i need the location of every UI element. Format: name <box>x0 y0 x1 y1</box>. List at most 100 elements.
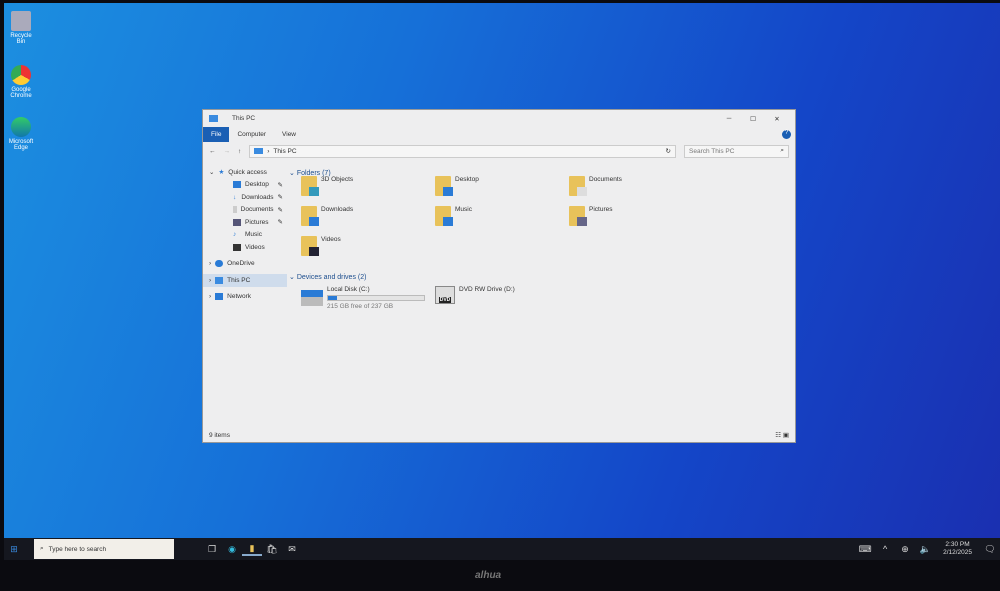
nav-desktop[interactable]: Desktop ✎ <box>203 179 287 192</box>
desktop-icon <box>233 181 241 189</box>
drive-c-label: Local Disk (C:) <box>327 286 370 293</box>
up-button[interactable]: ↑ <box>238 148 241 155</box>
dvd-icon: DVD <box>435 286 455 304</box>
taskbar: ⊞ ⌕ Type here to search ❐ ◉ ▮ 🛍 ✉ ⌨ ^ ⊕ 🔈… <box>4 538 1000 560</box>
chrome-shortcut[interactable]: Google Chrome <box>6 65 36 99</box>
notifications-icon[interactable]: 🗨 <box>980 544 1000 555</box>
file-explorer-window: This PC ─ ☐ ✕ File Computer View ? ← → ↑… <box>202 109 796 443</box>
folder-icon <box>435 206 453 226</box>
search-icon: ⌕ <box>40 545 44 552</box>
pin-icon: ✎ <box>277 194 283 202</box>
close-button[interactable]: ✕ <box>765 115 789 123</box>
tab-file[interactable]: File <box>203 127 230 142</box>
pictures-icon <box>233 218 241 226</box>
nav-downloads[interactable]: ↓ Downloads ✎ <box>203 191 287 204</box>
drives-header[interactable]: ⌄ Devices and drives (2) <box>289 273 366 281</box>
window-title: This PC <box>232 115 256 122</box>
folder-downloads[interactable]: Downloads <box>301 206 353 226</box>
drive-c-usage-fill <box>328 296 337 300</box>
nav-network[interactable]: › Network <box>203 291 287 304</box>
drive-c-usage-bar <box>327 295 425 301</box>
tab-computer[interactable]: Computer <box>229 127 274 142</box>
cloud-icon <box>215 260 224 268</box>
title-bar: This PC ─ ☐ ✕ <box>203 110 795 127</box>
folder-videos[interactable]: Videos <box>301 236 341 256</box>
back-button[interactable]: ← <box>209 148 216 155</box>
address-field[interactable]: › This PC ↻ <box>249 144 676 158</box>
documents-icon <box>233 206 237 214</box>
music-icon: ♪ <box>233 231 237 239</box>
start-button[interactable]: ⊞ <box>4 544 24 555</box>
folder-label: Desktop <box>455 176 479 183</box>
tab-view[interactable]: View <box>274 127 304 142</box>
folder-label: Downloads <box>321 206 354 213</box>
mail-taskbar-icon[interactable]: ✉ <box>282 544 302 555</box>
nav-documents[interactable]: Documents ✎ <box>203 204 287 217</box>
download-icon: ↓ <box>233 193 237 201</box>
minimize-button[interactable]: ─ <box>717 115 741 122</box>
recycle-bin-shortcut[interactable]: Recycle Bin <box>6 11 36 45</box>
computer-icon <box>215 276 224 284</box>
drive-c-free: 215 GB free of 237 GB <box>327 303 394 310</box>
desktop: Recycle Bin Google Chrome Microsoft Edge… <box>4 3 1000 560</box>
folder-3d-objects[interactable]: 3D Objects <box>301 176 353 196</box>
volume-icon[interactable]: 🔈 <box>915 544 935 555</box>
nav-music[interactable]: ♪ Music <box>203 229 287 242</box>
nav-quick-access[interactable]: ⌄ ★ Quick access <box>203 166 287 179</box>
search-input[interactable]: Search This PC ⌕ <box>684 144 789 158</box>
folder-icon <box>569 206 587 226</box>
pin-icon: ✎ <box>277 206 283 214</box>
edge-taskbar-icon[interactable]: ◉ <box>222 544 242 555</box>
navigation-pane: ⌄ ★ Quick access Desktop ✎ ↓ Downloads ✎ Doc… <box>203 166 287 428</box>
refresh-icon[interactable]: ↻ <box>666 147 671 155</box>
forward-button[interactable]: → <box>224 148 231 155</box>
tiles-view-button[interactable]: ▣ <box>783 432 789 439</box>
computer-icon <box>209 115 218 122</box>
folder-label: 3D Objects <box>321 176 354 183</box>
keyboard-icon[interactable]: ⌨ <box>855 544 875 555</box>
edge-icon <box>11 117 31 137</box>
computer-icon <box>254 148 264 154</box>
taskbar-search[interactable]: ⌕ Type here to search <box>34 539 174 559</box>
drive-d-label: DVD RW Drive (D:) <box>459 286 515 293</box>
folder-icon <box>301 236 319 256</box>
chrome-icon <box>11 65 31 85</box>
search-placeholder: Search This PC <box>689 147 735 155</box>
address-bar-row: ← → ↑ › This PC ↻ Search This PC ⌕ <box>203 143 795 159</box>
clock[interactable]: 2:30 PM 2/12/2025 <box>943 541 972 557</box>
drive-c[interactable]: Local Disk (C:) 215 GB free of 237 GB <box>301 286 425 310</box>
folder-documents[interactable]: Documents <box>569 176 622 196</box>
nav-onedrive[interactable]: › OneDrive <box>203 258 287 271</box>
folder-icon <box>569 176 587 196</box>
ribbon-tabs: File Computer View ? <box>203 127 795 142</box>
folder-label: Documents <box>589 176 622 183</box>
task-view-button[interactable]: ❐ <box>202 544 222 555</box>
details-view-button[interactable]: ☷ <box>775 432 781 439</box>
recycle-bin-icon <box>11 11 31 31</box>
drive-icon <box>301 290 323 306</box>
help-icon[interactable]: ? <box>782 130 791 139</box>
nav-videos[interactable]: Videos <box>203 241 287 254</box>
content-pane: ⌄ Folders (7) 3D Objects Desktop Documents… <box>289 166 795 428</box>
folder-label: Pictures <box>589 206 613 213</box>
folder-music[interactable]: Music <box>435 206 472 226</box>
tray-chevron-icon[interactable]: ^ <box>875 544 895 554</box>
folder-label: Music <box>455 206 472 213</box>
file-explorer-taskbar-icon[interactable]: ▮ <box>242 543 262 556</box>
network-tray-icon[interactable]: ⊕ <box>895 544 915 555</box>
maximize-button[interactable]: ☐ <box>741 115 765 123</box>
edge-shortcut[interactable]: Microsoft Edge <box>6 117 36 151</box>
path-text: This PC <box>273 147 297 155</box>
drive-d[interactable]: DVD DVD RW Drive (D:) <box>435 286 515 304</box>
pin-icon: ✎ <box>277 219 283 227</box>
folder-icon <box>435 176 453 196</box>
nav-this-pc[interactable]: › This PC <box>203 274 287 287</box>
store-taskbar-icon[interactable]: 🛍 <box>262 544 282 555</box>
folder-desktop[interactable]: Desktop <box>435 176 479 196</box>
folder-pictures[interactable]: Pictures <box>569 206 612 226</box>
folder-icon <box>301 206 319 226</box>
videos-icon <box>233 243 241 251</box>
nav-pictures[interactable]: Pictures ✎ <box>203 216 287 229</box>
folder-label: Videos <box>321 236 341 243</box>
monitor-brand-logo: alhua <box>475 570 502 581</box>
